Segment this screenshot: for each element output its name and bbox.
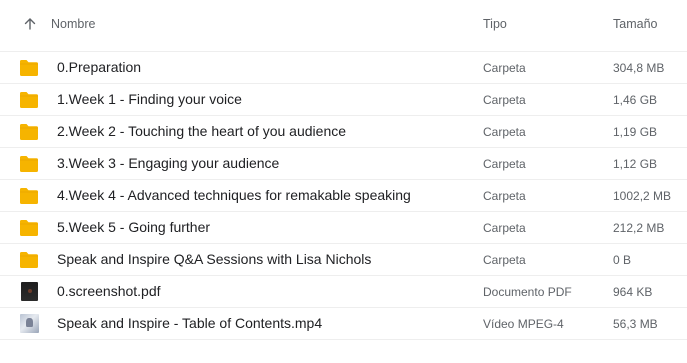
file-name[interactable]: 3.Week 3 - Engaging your audience	[57, 155, 279, 171]
file-size: 1,46 GB	[613, 93, 658, 107]
file-row[interactable]: Speak and Inspire - Table of Contents.mp…	[0, 308, 687, 340]
file-row[interactable]: 0.Preparation Carpeta 304,8 MB	[0, 52, 687, 84]
folder-icon	[19, 251, 39, 269]
video-thumbnail-icon	[20, 314, 39, 333]
file-row[interactable]: 2.Week 2 - Touching the heart of you aud…	[0, 116, 687, 148]
file-size: 304,8 MB	[613, 61, 665, 75]
folder-icon	[19, 59, 39, 77]
file-list: Nombre Tipo Tamaño 0.Preparation Carpeta…	[0, 0, 687, 340]
pdf-thumbnail-icon	[21, 282, 38, 301]
file-size: 1002,2 MB	[613, 189, 672, 203]
file-name[interactable]: 2.Week 2 - Touching the heart of you aud…	[57, 123, 346, 139]
file-row[interactable]: 0.screenshot.pdf Documento PDF 964 KB	[0, 276, 687, 308]
file-row[interactable]: 4.Week 4 - Advanced techniques for remak…	[0, 180, 687, 212]
file-name[interactable]: 4.Week 4 - Advanced techniques for remak…	[57, 187, 411, 203]
column-header-name[interactable]: Nombre	[51, 17, 95, 31]
folder-icon	[19, 155, 39, 173]
file-row[interactable]: 3.Week 3 - Engaging your audience Carpet…	[0, 148, 687, 180]
arrow-up-icon[interactable]	[22, 16, 38, 32]
file-size: 56,3 MB	[613, 317, 658, 331]
folder-icon	[19, 187, 39, 205]
file-type: Carpeta	[483, 221, 526, 235]
file-name[interactable]: 5.Week 5 - Going further	[57, 219, 210, 235]
file-type: Vídeo MPEG-4	[483, 317, 564, 331]
file-list-header: Nombre Tipo Tamaño	[0, 0, 687, 52]
file-size: 0 B	[613, 253, 632, 267]
file-row[interactable]: 1.Week 1 - Finding your voice Carpeta 1,…	[0, 84, 687, 116]
file-row[interactable]: 5.Week 5 - Going further Carpeta 212,2 M…	[0, 212, 687, 244]
folder-icon	[19, 123, 39, 141]
file-type: Carpeta	[483, 61, 526, 75]
file-size: 212,2 MB	[613, 221, 665, 235]
file-type: Carpeta	[483, 253, 526, 267]
file-size: 1,19 GB	[613, 125, 658, 139]
file-type: Carpeta	[483, 125, 526, 139]
file-name[interactable]: 0.screenshot.pdf	[57, 283, 161, 299]
file-name[interactable]: 1.Week 1 - Finding your voice	[57, 91, 242, 107]
file-name[interactable]: 0.Preparation	[57, 59, 141, 75]
file-type: Carpeta	[483, 189, 526, 203]
file-type: Documento PDF	[483, 285, 572, 299]
file-row[interactable]: Speak and Inspire Q&A Sessions with Lisa…	[0, 244, 687, 276]
column-header-type[interactable]: Tipo	[483, 17, 507, 31]
file-name[interactable]: Speak and Inspire Q&A Sessions with Lisa…	[57, 251, 371, 267]
column-header-size[interactable]: Tamaño	[613, 17, 657, 31]
file-type: Carpeta	[483, 157, 526, 171]
file-size: 1,12 GB	[613, 157, 658, 171]
folder-icon	[19, 219, 39, 237]
file-type: Carpeta	[483, 93, 526, 107]
file-size: 964 KB	[613, 285, 653, 299]
file-name[interactable]: Speak and Inspire - Table of Contents.mp…	[57, 315, 322, 331]
folder-icon	[19, 91, 39, 109]
